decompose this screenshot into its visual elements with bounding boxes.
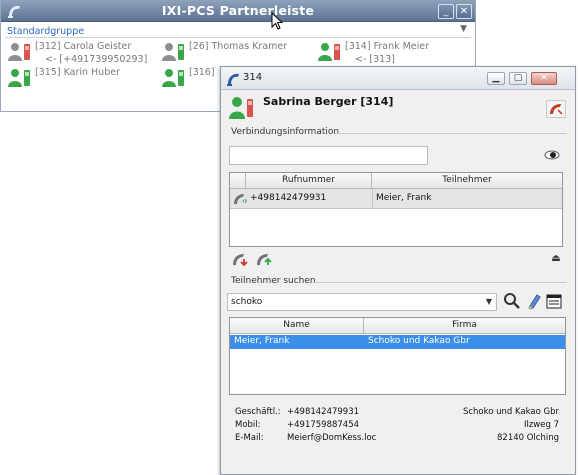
- call-window-title: 314: [243, 72, 263, 83]
- partner-item[interactable]: [26] Thomas Kramer: [161, 41, 311, 67]
- search-combobox[interactable]: schoko ▼: [227, 293, 497, 311]
- partner-item[interactable]: [316]: [161, 67, 221, 91]
- partner-item[interactable]: [315] Karin Huber: [7, 67, 157, 91]
- search-section-label: Teilnehmer suchen: [231, 276, 316, 286]
- column-header-name[interactable]: Name: [230, 318, 364, 334]
- caller-name: Sabrina Berger [314]: [263, 95, 394, 108]
- eject-icon[interactable]: ⏏: [547, 250, 565, 268]
- contact-company: Schoko und Kakao Gbr: [462, 407, 559, 417]
- search-results-table: Name Firma Meier, Frank Schoko und Kakao…: [229, 317, 566, 395]
- email-address[interactable]: Meierf@DomKess.loc: [287, 433, 376, 443]
- hangup-icon[interactable]: [546, 100, 566, 118]
- call-incoming-icon[interactable]: [231, 251, 249, 267]
- user-status-icon: [162, 69, 184, 87]
- partner-call-info: <- [313]: [355, 54, 395, 65]
- business-label: Geschäftl.:: [235, 407, 281, 417]
- close-button[interactable]: ✕: [531, 72, 557, 85]
- group-divider: [5, 37, 471, 38]
- maximize-button[interactable]: ▢: [509, 72, 527, 85]
- minimize-button[interactable]: ▁: [487, 72, 505, 85]
- contact-street: Ilzweg 7: [523, 420, 559, 430]
- partner-list-titlebar[interactable]: IXI-PCS Partnerleiste _ ✕: [1, 0, 475, 22]
- partner-call-info: <- [+491739950293]: [45, 54, 148, 65]
- business-phone[interactable]: +498142479931: [287, 407, 359, 417]
- connection-table: Rufnummer Teilnehmer +498142479931 Meier…: [229, 172, 563, 247]
- address-book-icon[interactable]: [546, 294, 562, 309]
- toggle-view-icon[interactable]: [543, 147, 561, 163]
- partner-name: [314] Frank Meier: [345, 41, 430, 52]
- connection-section-label: Verbindungsinformation: [231, 127, 340, 137]
- section-divider: [336, 133, 567, 134]
- search-icon[interactable]: [503, 292, 521, 310]
- group-label[interactable]: Standardgruppe: [7, 26, 84, 37]
- row-number: +498142479931: [250, 193, 327, 203]
- mobile-label: Mobil:: [235, 420, 261, 430]
- table-row[interactable]: +498142479931 Meier, Frank: [230, 189, 562, 209]
- user-status-icon: [8, 69, 30, 87]
- caller-status-icon: [229, 97, 253, 119]
- partner-name: [315] Karin Huber: [35, 67, 120, 78]
- email-label: E-Mail:: [235, 433, 264, 443]
- mouse-cursor-icon: [271, 12, 283, 30]
- user-status-icon: [8, 43, 30, 61]
- call-window: 314 ▁ ▢ ✕ Sabrina Berger [314] Verbindun…: [220, 66, 576, 475]
- connection-input[interactable]: [229, 146, 428, 165]
- user-status-icon: [162, 43, 184, 61]
- group-collapse-icon[interactable]: ▼: [460, 24, 467, 34]
- clear-eraser-icon[interactable]: [526, 292, 542, 310]
- call-outgoing-icon[interactable]: [255, 251, 273, 267]
- active-call-icon: [234, 194, 247, 204]
- user-status-icon: [318, 43, 340, 61]
- contact-city: 82140 Olching: [497, 433, 559, 443]
- result-company: Schoko und Kakao Gbr: [368, 336, 470, 346]
- cell-divider: [372, 189, 373, 208]
- section-divider: [313, 282, 567, 283]
- call-window-titlebar[interactable]: 314 ▁ ▢ ✕: [221, 67, 575, 90]
- minimize-button[interactable]: _: [438, 4, 454, 19]
- partner-list-title: IXI-PCS Partnerleiste: [161, 3, 315, 18]
- app-logo-icon: [227, 73, 239, 86]
- partner-name: [312] Carola Geister: [35, 41, 132, 52]
- search-result-row[interactable]: Meier, Frank Schoko und Kakao Gbr: [230, 335, 565, 349]
- partner-name: [316]: [189, 67, 215, 78]
- result-name: Meier, Frank: [234, 336, 290, 346]
- partner-item[interactable]: [314] Frank Meier <- [313]: [317, 41, 467, 67]
- partner-item[interactable]: [312] Carola Geister <- [+491739950293]: [7, 41, 157, 67]
- search-input[interactable]: schoko: [231, 297, 262, 307]
- table-header-spacer: [230, 173, 246, 189]
- dropdown-arrow-icon[interactable]: ▼: [486, 297, 492, 306]
- column-header-participant[interactable]: Teilnehmer: [372, 173, 562, 189]
- column-header-number[interactable]: Rufnummer: [246, 173, 372, 189]
- column-header-company[interactable]: Firma: [364, 318, 565, 334]
- partner-name: [26] Thomas Kramer: [189, 41, 288, 52]
- row-participant: Meier, Frank: [376, 193, 432, 203]
- mobile-phone[interactable]: +491759887454: [287, 420, 359, 430]
- close-button[interactable]: ✕: [456, 4, 472, 19]
